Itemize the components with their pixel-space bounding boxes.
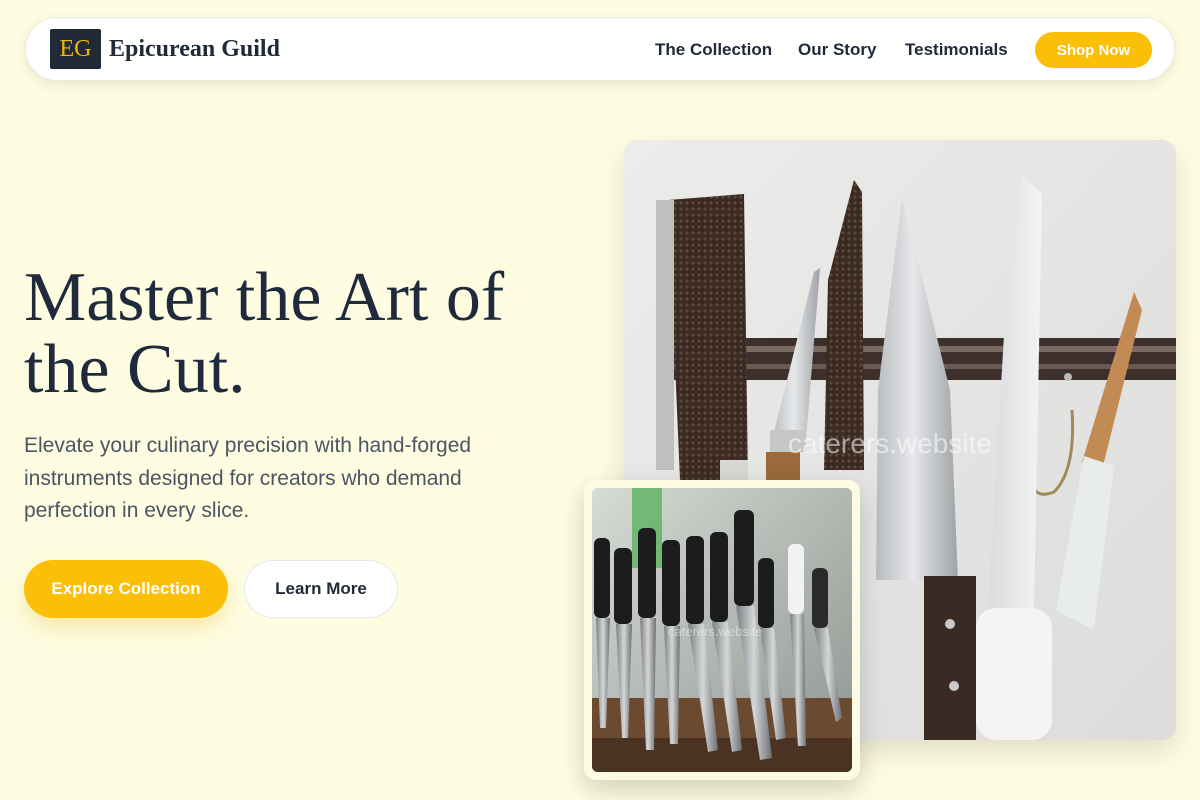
landing-page: EG Epicurean Guild The Collection Our St…: [0, 0, 1200, 800]
inset-image-frame: caterers.website: [584, 480, 860, 780]
knife-block-image: caterers.website: [592, 488, 852, 772]
nav-link-testimonials[interactable]: Testimonials: [905, 40, 1008, 60]
top-navbar: EG Epicurean Guild The Collection Our St…: [25, 17, 1175, 81]
explore-collection-button[interactable]: Explore Collection: [24, 560, 228, 618]
learn-more-button[interactable]: Learn More: [244, 560, 398, 618]
shop-now-button[interactable]: Shop Now: [1035, 32, 1152, 68]
main-image-watermark: caterers.website: [788, 428, 992, 459]
hero-title: Master the Art of the Cut.: [24, 259, 505, 408]
logo-mark[interactable]: EG: [50, 29, 101, 69]
brand-name[interactable]: Epicurean Guild: [109, 36, 280, 63]
nav-link-our-story[interactable]: Our Story: [798, 40, 876, 60]
nav-link-collection[interactable]: The Collection: [655, 40, 772, 60]
inset-image-watermark: caterers.website: [668, 624, 763, 639]
hero-subtitle: Elevate your culinary precision with han…: [24, 434, 472, 522]
